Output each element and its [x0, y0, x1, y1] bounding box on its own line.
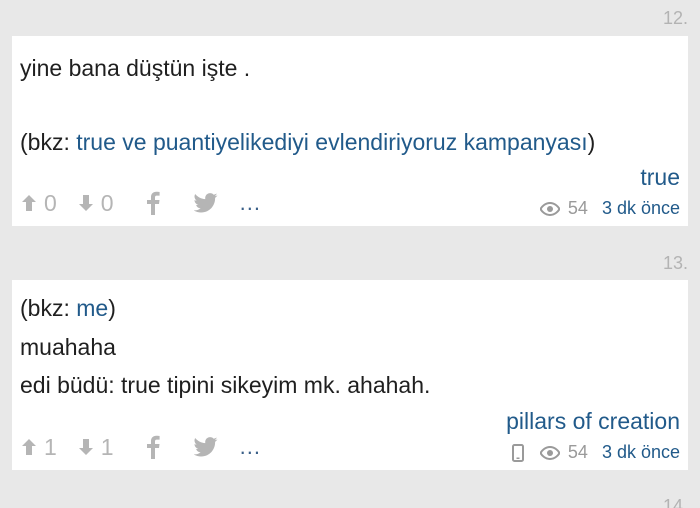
entry-author-link[interactable]: true — [640, 162, 680, 192]
more-options-button[interactable]: ... — [240, 434, 261, 460]
upvote-button[interactable]: 1 — [20, 434, 57, 461]
entry-list: 12. yine bana düştün işte . (bkz: true v… — [0, 0, 700, 508]
entry-actions: 0 0 ... — [20, 186, 261, 220]
bkz-prefix: (bkz: — [20, 295, 77, 321]
arrow-down-icon — [78, 195, 93, 211]
bkz-prefix: (bkz: — [20, 129, 77, 155]
upvote-count: 0 — [44, 189, 57, 216]
entry-author-link[interactable]: pillars of creation — [506, 406, 680, 436]
facebook-share-button[interactable] — [146, 191, 160, 215]
upvote-count: 1 — [44, 433, 57, 460]
twitter-share-button[interactable] — [193, 437, 218, 457]
facebook-icon — [146, 191, 160, 215]
eye-icon — [539, 445, 560, 460]
bkz-suffix: ) — [108, 295, 116, 321]
arrow-up-icon — [22, 195, 36, 211]
entry-time-link[interactable]: 3 dk önce — [602, 442, 680, 463]
bkz-link[interactable]: me — [76, 295, 108, 321]
twitter-icon — [193, 193, 218, 213]
downvote-count: 1 — [100, 433, 114, 460]
entry-text-line: (bkz: true ve puantiyelikediyi evlendiri… — [20, 124, 595, 160]
view-count: 54 — [567, 442, 588, 462]
twitter-share-button[interactable] — [193, 193, 218, 213]
downvote-button[interactable]: 0 — [77, 190, 114, 217]
entry-time-link[interactable]: 3 dk önce — [602, 198, 680, 219]
entry-meta: 54 3 dk önce — [511, 442, 680, 463]
downvote-button[interactable]: 1 — [77, 434, 114, 461]
entry-meta: 54 3 dk önce — [539, 198, 680, 219]
entry-actions: 1 1 ... — [20, 430, 261, 464]
facebook-share-button[interactable] — [146, 435, 160, 459]
entry-card: yine bana düştün işte . (bkz: true ve pu… — [12, 36, 688, 226]
eye-icon — [539, 201, 560, 216]
upvote-button[interactable]: 0 — [20, 190, 57, 217]
arrow-up-icon — [22, 439, 36, 455]
entry-text-line: yine bana düştün işte . — [20, 55, 251, 81]
entry-number: 12. — [662, 8, 688, 28]
entry-text-line: edi büdü: true tipini sikeyim mk. ahahah… — [20, 372, 431, 398]
twitter-icon — [193, 437, 218, 457]
entry-number: 14. — [662, 496, 688, 508]
entry-number: 13. — [662, 253, 688, 273]
entry-text-line: muahaha — [20, 334, 116, 360]
downvote-count: 0 — [100, 189, 114, 216]
facebook-icon — [146, 435, 160, 459]
bkz-link[interactable]: true ve puantiyelikediyi evlendiriyoruz … — [76, 129, 587, 155]
more-options-button[interactable]: ... — [240, 190, 261, 216]
arrow-down-icon — [78, 439, 93, 455]
entry-text-line: (bkz: me) — [20, 290, 116, 326]
view-count: 54 — [567, 198, 588, 218]
entry-card: (bkz: me) muahaha edi büdü: true tipini … — [12, 280, 688, 470]
mobile-icon — [511, 443, 524, 462]
bkz-suffix: ) — [587, 129, 596, 155]
